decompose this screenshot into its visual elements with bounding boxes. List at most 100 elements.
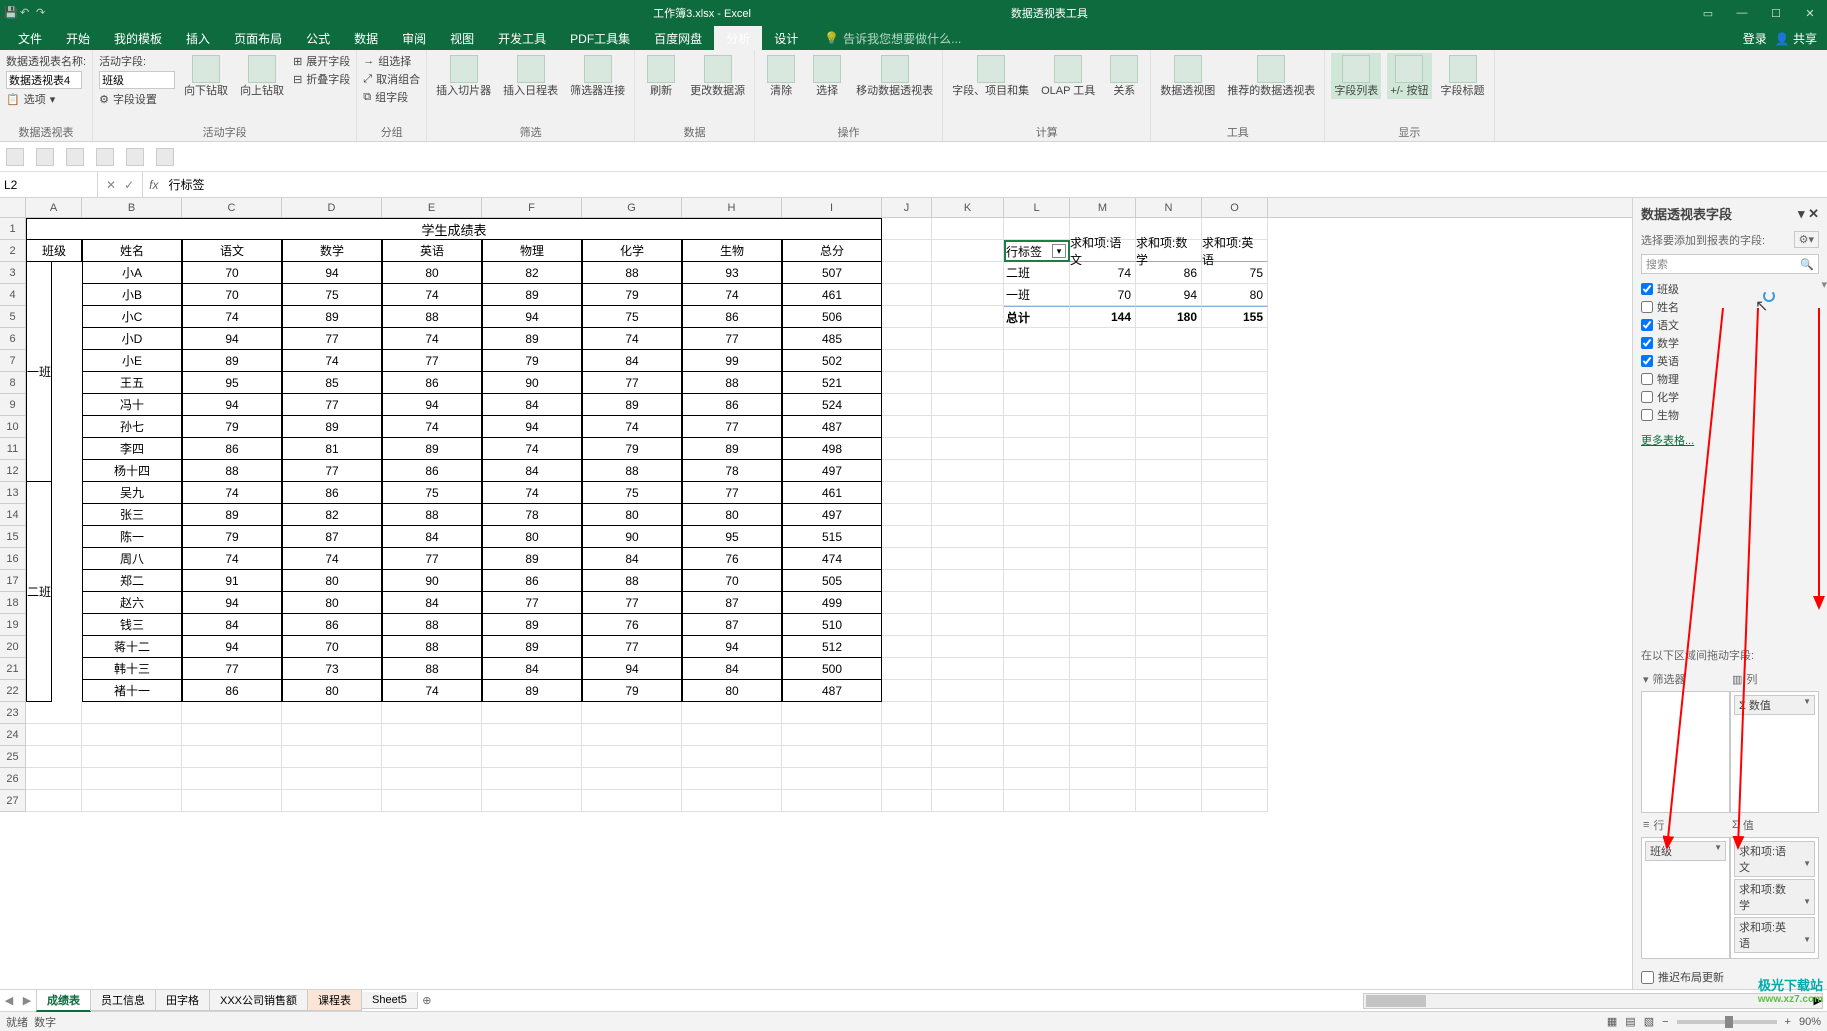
table-cell[interactable]: 86 (382, 372, 482, 394)
recommended-pivot-button[interactable]: 推荐的数据透视表 (1224, 53, 1318, 99)
cell[interactable] (932, 768, 1004, 790)
row-header[interactable]: 10 (0, 416, 26, 438)
cell[interactable] (882, 438, 932, 460)
table-cell[interactable]: 485 (782, 328, 882, 350)
cell[interactable] (932, 592, 1004, 614)
table-cell[interactable]: 77 (682, 416, 782, 438)
worksheet-grid[interactable]: A B C D E F G H I J K L M N O 1学生成绩表2班级姓… (0, 198, 1632, 989)
row-header[interactable]: 26 (0, 768, 26, 790)
cell[interactable] (782, 768, 882, 790)
table-cell[interactable]: 89 (482, 284, 582, 306)
relationships-button[interactable]: 关系 (1104, 53, 1144, 99)
pivot-row-label-header[interactable]: 行标签▾ (1004, 240, 1070, 262)
row-header[interactable]: 20 (0, 636, 26, 658)
table-cell[interactable]: 88 (382, 504, 482, 526)
cell[interactable] (882, 262, 932, 284)
maximize-icon[interactable]: ☐ (1759, 0, 1793, 26)
table-cell[interactable]: 89 (482, 548, 582, 570)
cell[interactable] (582, 768, 682, 790)
cell[interactable] (1004, 724, 1070, 746)
cell[interactable] (782, 746, 882, 768)
cell[interactable] (1136, 372, 1202, 394)
cell[interactable] (882, 504, 932, 526)
table-cell[interactable]: 褚十一 (82, 680, 182, 702)
cell[interactable] (82, 702, 182, 724)
table-cell[interactable]: 500 (782, 658, 882, 680)
sheet-tab[interactable]: 课程表 (307, 990, 362, 1011)
cell[interactable] (1136, 790, 1202, 812)
cell[interactable] (1136, 482, 1202, 504)
field-checkbox[interactable] (1641, 409, 1653, 421)
col-header[interactable]: H (682, 198, 782, 217)
cell[interactable] (1070, 680, 1136, 702)
table-cell[interactable]: 461 (782, 482, 882, 504)
col-header[interactable]: C (182, 198, 282, 217)
cell[interactable] (932, 482, 1004, 504)
table-cell[interactable]: 郑二 (82, 570, 182, 592)
table-cell[interactable]: 91 (182, 570, 282, 592)
select-all-corner[interactable] (0, 198, 26, 217)
table-cell[interactable]: 79 (482, 350, 582, 372)
zoom-slider[interactable] (1677, 1020, 1777, 1024)
cell[interactable] (1136, 570, 1202, 592)
table-cell[interactable]: 88 (382, 306, 482, 328)
table-cell[interactable]: 524 (782, 394, 882, 416)
table-cell[interactable]: 74 (482, 482, 582, 504)
table-cell[interactable]: 80 (682, 504, 782, 526)
cell[interactable] (1070, 658, 1136, 680)
table-cell[interactable]: 79 (182, 526, 282, 548)
cell[interactable] (1004, 658, 1070, 680)
table-cell[interactable]: 88 (182, 460, 282, 482)
pivot-col-header[interactable]: 求和项:数学 (1136, 240, 1202, 262)
cell[interactable] (1202, 702, 1268, 724)
table-cell[interactable]: 80 (382, 262, 482, 284)
login-button[interactable]: 登录 (1743, 30, 1767, 47)
table-cell[interactable]: 87 (682, 592, 782, 614)
value-chip[interactable]: 求和项:语文 (1734, 841, 1815, 877)
cell[interactable] (1004, 372, 1070, 394)
table-cell[interactable]: 87 (682, 614, 782, 636)
cell[interactable] (1202, 592, 1268, 614)
pt-name-input[interactable] (6, 71, 82, 89)
cell[interactable] (26, 768, 82, 790)
table-cell[interactable]: 84 (482, 460, 582, 482)
field-checkbox[interactable] (1641, 391, 1653, 403)
cell[interactable] (932, 636, 1004, 658)
cell[interactable] (582, 724, 682, 746)
zoom-level[interactable]: 90% (1799, 1016, 1821, 1028)
cell[interactable] (1070, 570, 1136, 592)
row-header[interactable]: 9 (0, 394, 26, 416)
table-cell[interactable]: 70 (182, 262, 282, 284)
table-cell[interactable]: 70 (182, 284, 282, 306)
cell[interactable] (1004, 416, 1070, 438)
table-cell[interactable]: 89 (282, 416, 382, 438)
cell[interactable] (1136, 438, 1202, 460)
table-cell[interactable]: 小E (82, 350, 182, 372)
redo-icon[interactable]: ↷ (36, 6, 50, 20)
field-item[interactable]: 数学 (1641, 334, 1819, 352)
table-cell[interactable]: 89 (482, 614, 582, 636)
sheet-tab[interactable]: 成绩表 (36, 990, 91, 1012)
group-field-button[interactable]: ⧉ 组字段 (363, 89, 420, 105)
cell[interactable] (932, 702, 1004, 724)
table-cell[interactable]: 506 (782, 306, 882, 328)
table-cell[interactable]: 502 (782, 350, 882, 372)
cell[interactable] (1136, 548, 1202, 570)
table-cell[interactable]: 94 (182, 394, 282, 416)
table-cell[interactable]: 冯十 (82, 394, 182, 416)
qa-icon-4[interactable] (96, 148, 114, 166)
cell[interactable] (932, 262, 1004, 284)
table-cell[interactable]: 88 (582, 262, 682, 284)
cell[interactable] (882, 328, 932, 350)
cell[interactable] (1136, 636, 1202, 658)
table-cell[interactable]: 84 (682, 658, 782, 680)
tell-me-search[interactable]: 💡 告诉我您想要做什么... (824, 26, 961, 50)
row-header[interactable]: 27 (0, 790, 26, 812)
cell[interactable] (182, 746, 282, 768)
table-cell[interactable]: 74 (382, 680, 482, 702)
field-checkbox[interactable] (1641, 283, 1653, 295)
table-cell[interactable]: 89 (682, 438, 782, 460)
table-cell[interactable]: 89 (482, 680, 582, 702)
drill-down-button[interactable]: 向下钻取 (181, 53, 231, 99)
table-header-cell[interactable]: 英语 (382, 240, 482, 262)
